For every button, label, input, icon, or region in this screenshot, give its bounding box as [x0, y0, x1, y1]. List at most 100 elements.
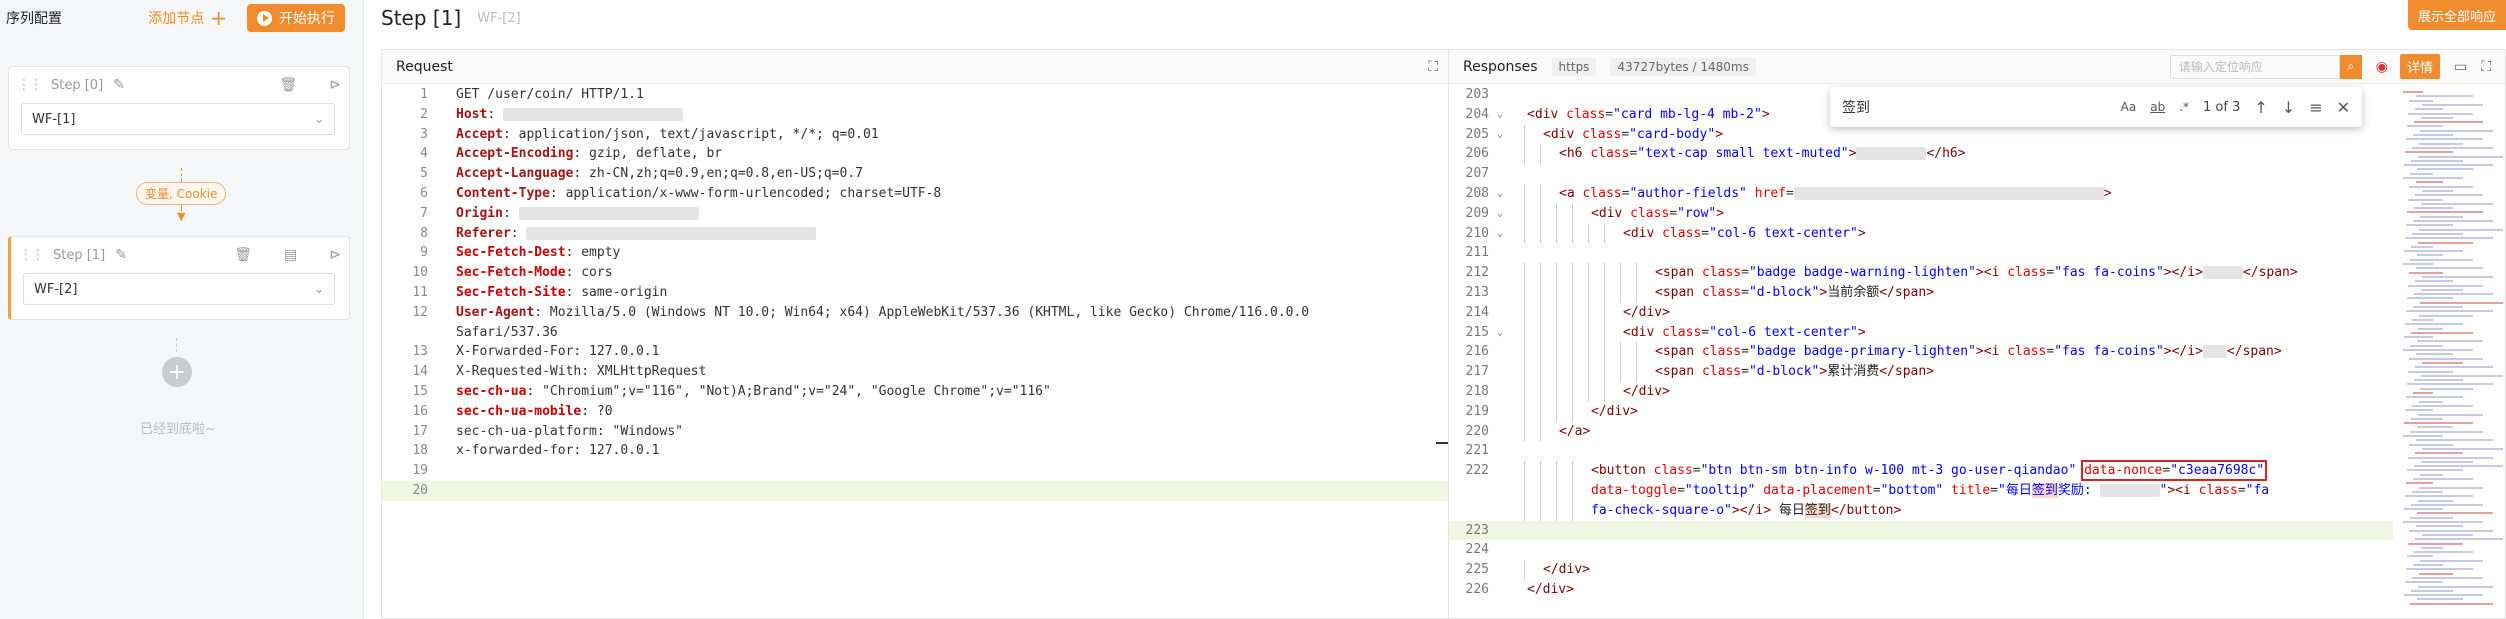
fold-chevron-icon[interactable]: ⌄: [1497, 125, 1503, 145]
step-label: Step [1]: [53, 247, 106, 263]
close-icon[interactable]: ✕: [2337, 98, 2350, 117]
detail-button[interactable]: 详情: [2399, 54, 2440, 79]
request-line: 11 Sec-Fetch-Site: same-origin: [382, 283, 1452, 303]
arrow-up-icon[interactable]: ↑: [2254, 98, 2267, 117]
request-editor[interactable]: 1 GET /user/coin/ HTTP/1.1 2 Host: 3 Accept:…: [382, 85, 1452, 618]
go-icon[interactable]: ⊳: [329, 247, 341, 263]
response-line: 226 </div>: [1449, 580, 2393, 600]
delete-icon[interactable]: 🗑: [279, 77, 297, 93]
indent-guide: [1540, 480, 1541, 501]
arrow-down-icon[interactable]: ↓: [2282, 98, 2295, 117]
match-case-toggle[interactable]: Aa: [2121, 100, 2137, 114]
workflow-select[interactable]: WF-[1] ⌄: [21, 103, 335, 135]
fold-chevron-icon[interactable]: ⌄: [1497, 323, 1503, 343]
minimap-line: [2408, 284, 2483, 287]
find-input[interactable]: 签到: [1842, 97, 2107, 117]
add-node-button[interactable]: 添加节点 +: [148, 8, 227, 28]
workflow-select[interactable]: WF-[2] ⌄: [23, 273, 335, 305]
minimap-line: [2421, 116, 2453, 119]
minimap-line: [2409, 99, 2433, 102]
edit-icon[interactable]: ✎: [113, 77, 125, 93]
minimap-line: [2406, 568, 2473, 571]
minimap-line: [2409, 185, 2473, 188]
line-content: GET /user/coin/ HTTP/1.1: [456, 87, 644, 102]
request-line: 2 Host:: [382, 105, 1452, 125]
find-widget: 签到 Aa ab .* 1 of 3 ↑ ↓ ≡ ✕: [1830, 87, 2362, 127]
request-line: Safari/537.36: [382, 323, 1452, 343]
response-line: 206 <h6 class="text-cap small text-muted"…: [1449, 144, 2393, 165]
indent-guide: [1556, 263, 1557, 283]
minimap-line: [2419, 314, 2473, 317]
sidebar-title: 序列配置: [6, 11, 62, 27]
indent-guide: [1524, 124, 1525, 145]
fold-chevron-icon[interactable]: ⌄: [1497, 105, 1503, 125]
drag-handle-icon[interactable]: ⋮⋮: [19, 247, 45, 263]
settings-icon[interactable]: ▤: [284, 247, 297, 263]
fold-chevron-icon[interactable]: ⌄: [1497, 224, 1503, 244]
indent-guide: [1540, 401, 1541, 422]
indent-guide: [1604, 322, 1605, 343]
minimap-line: [2420, 215, 2463, 218]
minimap-line: [2421, 460, 2473, 463]
minimap-line: [2403, 435, 2443, 437]
fold-chevron-icon[interactable]: ⌄: [1497, 204, 1503, 224]
code-minimap[interactable]: [2395, 85, 2505, 618]
minimap-line: [2417, 512, 2493, 515]
chrome-icon[interactable]: ◉: [2376, 59, 2388, 75]
request-line: 9 Sec-Fetch-Dest: empty: [382, 243, 1452, 263]
regex-toggle[interactable]: .*: [2179, 100, 2189, 114]
minimap-line: [2409, 271, 2443, 274]
response-line: 207: [1449, 164, 2393, 184]
arrow-down-icon: ▼: [176, 210, 186, 223]
minimap-line: [2418, 413, 2483, 416]
minimap-line: [2417, 598, 2463, 601]
line-number: 213: [1465, 284, 1489, 300]
minimap-line: [2405, 495, 2473, 498]
minimap-line: [2420, 387, 2473, 390]
minimap-line: [2420, 559, 2483, 562]
minimap-line: [2408, 370, 2453, 373]
show-all-responses-button[interactable]: 展示全部响应: [2407, 0, 2506, 30]
indent-guide: [1556, 342, 1557, 363]
response-editor[interactable]: 203 204 ⌄ <div class="card mb-lg-4 mb-2"> 20…: [1449, 85, 2393, 618]
drag-handle-icon[interactable]: ⋮⋮: [17, 77, 43, 93]
response-line: 210 ⌄ <div class="col-6 text-center">: [1449, 223, 2393, 244]
response-line: fa-check-square-o"></i> 每日签到</button>: [1449, 500, 2393, 521]
fullscreen-icon[interactable]: ⛶: [2481, 59, 2491, 75]
edit-icon[interactable]: ✎: [115, 247, 127, 263]
comment-icon[interactable]: ▭: [2454, 59, 2467, 75]
minimap-line: [2410, 172, 2433, 175]
indent-guide: [1524, 263, 1525, 283]
plus-icon: +: [210, 6, 227, 30]
protocol-badge: https: [1551, 57, 1597, 76]
sequence-sidebar: 序列配置 添加节点 + 开始执行 ⋮⋮ Step [0] ✎ 🗑 ⊳ WF-[1…: [0, 0, 364, 619]
line-number: 212: [1465, 265, 1489, 281]
add-step-button[interactable]: +: [162, 357, 192, 387]
start-execution-button[interactable]: 开始执行: [247, 4, 345, 32]
minimap-line: [2414, 379, 2463, 382]
add-connector: [176, 338, 177, 352]
minimap-line: [2405, 581, 2443, 584]
indent-guide: [1540, 263, 1541, 283]
line-number: 215: [1465, 324, 1489, 340]
find-in-selection-icon[interactable]: ≡: [2309, 98, 2322, 117]
line-number: 207: [1465, 166, 1489, 182]
go-icon[interactable]: ⊳: [329, 77, 341, 93]
fold-chevron-icon[interactable]: ⌄: [1497, 184, 1503, 204]
step-card-1[interactable]: ⋮⋮ Step [1] ✎ 🗑 ▤ ⊳ WF-[2] ⌄: [8, 236, 350, 320]
variable-cookie-badge[interactable]: 变量, Cookie: [136, 182, 227, 205]
minimap-line: [2411, 503, 2483, 506]
step-card-0[interactable]: ⋮⋮ Step [0] ✎ 🗑 ⊳ WF-[1] ⌄: [8, 66, 350, 150]
search-icon[interactable]: ⌕: [2339, 54, 2362, 79]
fullscreen-icon[interactable]: ⛶: [1428, 59, 1438, 75]
line-number: 223: [1465, 522, 1489, 538]
indent-guide: [1572, 282, 1573, 303]
whole-word-toggle[interactable]: ab: [2150, 100, 2165, 114]
minimap-line: [2417, 254, 2443, 257]
minimap-line: [2405, 151, 2453, 154]
delete-icon[interactable]: 🗑: [234, 247, 252, 263]
line-content: <span class="badge badge-warning-lighten…: [1655, 265, 2298, 281]
minimap-line: [2413, 564, 2443, 566]
locate-response-input[interactable]: 请输入定位响应: [2169, 54, 2340, 79]
minimap-line: [2422, 447, 2503, 450]
